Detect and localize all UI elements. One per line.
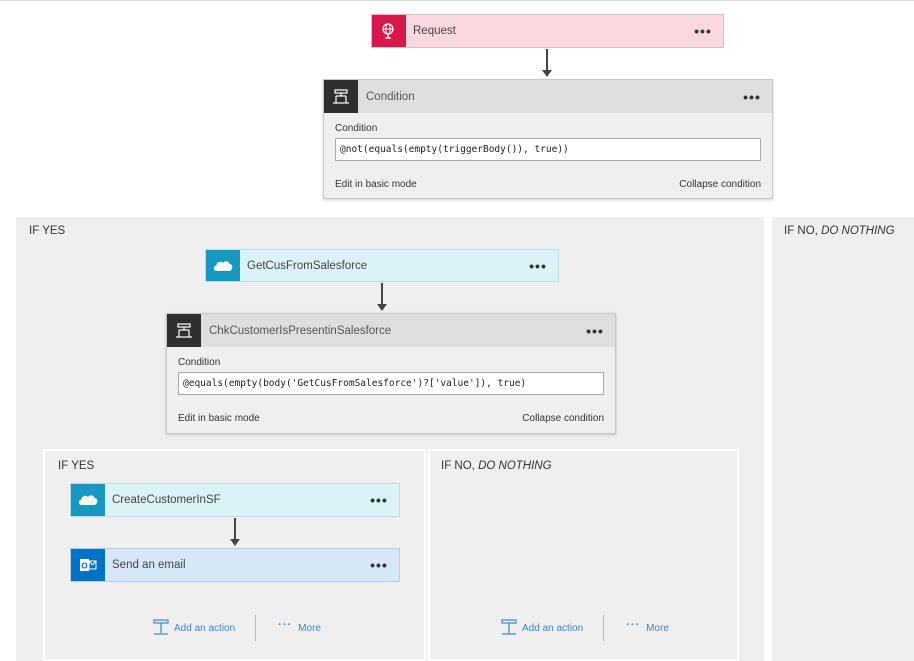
divider [255,615,257,641]
inner-no-label-italic: DO NOTHING [478,460,552,472]
condition-inner-menu-button[interactable]: ••• [575,323,615,339]
condition-inner-card[interactable]: ChkCustomerIsPresentinSalesforce ••• Con… [166,313,616,434]
inner-yes-more-button[interactable]: ··· More [278,619,321,634]
request-menu-button[interactable]: ••• [683,23,723,39]
get-customer-salesforce-card[interactable]: GetCusFromSalesforce ••• [205,249,559,282]
get-customer-salesforce-menu-button[interactable]: ••• [518,258,558,274]
send-email-title: Send an email [112,559,186,571]
condition-inner-collapse-link[interactable]: Collapse condition [522,413,604,424]
condition-top-header[interactable]: Condition ••• [324,80,772,113]
get-customer-salesforce-title: GetCusFromSalesforce [247,259,368,272]
connector-arrow [542,49,552,77]
svg-text:O: O [81,562,87,571]
inner-yes-label: IF YES [58,460,95,472]
send-email-card[interactable]: O Send an email ••• [70,548,400,582]
inner-yes-add-bar: Add an action ··· More [152,615,321,641]
inner-no-add-bar: Add an action ··· More [500,615,669,641]
condition-top-edit-basic-link[interactable]: Edit in basic mode [335,179,417,190]
condition-top-card[interactable]: Condition ••• Condition @not(equals(empt… [323,79,773,199]
inner-no-add-action-label: Add an action [522,622,584,634]
condition-inner-edit-basic-link[interactable]: Edit in basic mode [178,413,260,424]
condition-top-field-label: Condition [335,123,378,134]
outer-yes-label: IF YES [29,225,66,237]
outer-no-branch [772,217,914,661]
condition-top-title: Condition [366,90,415,103]
inner-no-label: IF NO, DO NOTHING [441,460,552,472]
condition-top-collapse-link[interactable]: Collapse condition [679,179,761,190]
outer-no-label-prefix: IF NO, [784,225,822,237]
more-dots-icon: ··· [278,619,293,631]
create-customer-menu-button[interactable]: ••• [359,492,399,508]
more-dots-icon: ··· [626,619,641,631]
divider [603,615,605,641]
logic-app-designer: Request ••• Condition ••• Condition @not… [0,0,914,661]
condition-inner-title: ChkCustomerIsPresentinSalesforce [209,324,392,337]
salesforce-cloud-icon [206,250,240,281]
request-trigger-card[interactable]: Request ••• [371,14,724,48]
condition-icon [167,314,201,347]
inner-yes-more-label: More [298,622,321,634]
condition-top-expression-input[interactable]: @not(equals(empty(triggerBody()), true)) [335,138,761,161]
create-customer-card[interactable]: CreateCustomerInSF ••• [70,483,400,517]
create-customer-title: CreateCustomerInSF [112,494,221,506]
inner-yes-add-action-button[interactable]: Add an action [152,619,235,637]
add-action-icon [153,619,169,635]
condition-inner-header[interactable]: ChkCustomerIsPresentinSalesforce ••• [167,314,615,347]
connector-arrow [230,518,240,546]
connector-arrow [377,283,387,311]
add-action-icon [501,619,517,635]
outer-no-label-italic: DO NOTHING [821,225,895,237]
request-title: Request [413,25,456,37]
condition-inner-field-label: Condition [178,357,221,368]
top-divider [0,0,914,1]
condition-top-menu-button[interactable]: ••• [732,89,772,105]
condition-inner-expression-input[interactable]: @equals(empty(body('GetCusFromSalesforce… [178,372,604,395]
salesforce-cloud-icon [71,484,105,516]
globe-request-icon [372,15,406,47]
inner-no-label-prefix: IF NO, [441,460,479,472]
outlook-icon: O [71,549,105,581]
inner-no-more-label: More [646,622,669,634]
inner-no-more-button[interactable]: ··· More [626,619,669,634]
inner-no-add-action-button[interactable]: Add an action [500,619,583,637]
condition-icon [324,80,358,113]
send-email-menu-button[interactable]: ••• [359,557,399,573]
inner-yes-add-action-label: Add an action [174,622,236,634]
outer-no-label: IF NO, DO NOTHING [784,225,895,237]
